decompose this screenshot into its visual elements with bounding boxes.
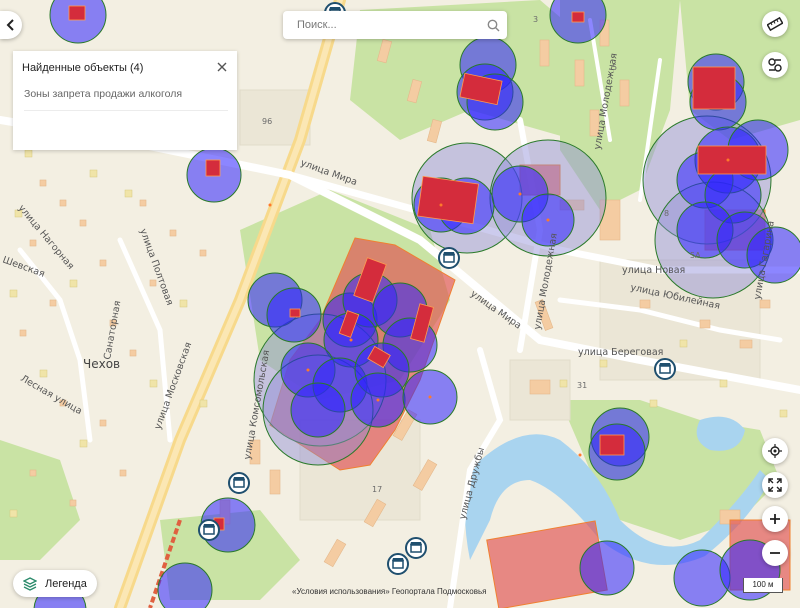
attribution-link[interactable]: «Условия использования» Геопортала Подмо…	[292, 587, 486, 596]
search-icon[interactable]	[479, 19, 507, 32]
building-number: 17	[372, 485, 382, 494]
scale-bar: 100 м	[743, 578, 783, 593]
close-icon[interactable]	[215, 60, 229, 74]
legend-button[interactable]: Легенда	[13, 570, 97, 597]
result-item[interactable]: Зоны запрета продажи алкоголя	[24, 88, 228, 111]
shop-pin	[228, 472, 250, 494]
legend-label: Легенда	[45, 577, 87, 590]
plus-icon	[770, 514, 780, 524]
results-panel: Найденные объекты (4) Зоны запрета прода…	[13, 51, 237, 150]
building-number: 31	[577, 381, 587, 390]
shop-pin	[198, 519, 220, 541]
ruler-button[interactable]	[762, 11, 788, 37]
shop-pin	[387, 553, 409, 575]
street-label: улица Новая	[622, 265, 685, 276]
layers-tool-button[interactable]	[762, 52, 788, 78]
building-number: 8	[664, 209, 669, 218]
shop-pin	[405, 537, 427, 559]
locate-button[interactable]	[762, 438, 788, 464]
fullscreen-button[interactable]	[762, 472, 788, 498]
tools-icon	[768, 58, 782, 72]
zoom-in-button[interactable]	[762, 506, 788, 532]
chevron-left-icon	[6, 19, 14, 31]
minus-icon	[770, 552, 780, 554]
building-number: 5	[612, 63, 617, 72]
locate-icon	[768, 444, 782, 458]
zoom-out-button[interactable]	[762, 540, 788, 566]
results-panel-title: Найденные объекты (4)	[22, 62, 144, 74]
layers-icon	[23, 576, 37, 591]
shop-pin	[438, 247, 460, 269]
building-number: 96	[262, 117, 272, 126]
search-input[interactable]: Поиск...	[297, 19, 479, 31]
shop-pin	[654, 358, 676, 380]
building-number: 5А	[690, 251, 701, 260]
street-label: улица Береговая	[578, 347, 663, 358]
expand-icon	[768, 478, 782, 492]
building-number: 3	[533, 15, 538, 24]
ruler-icon	[767, 16, 783, 32]
search-box[interactable]: Поиск...	[283, 11, 507, 39]
